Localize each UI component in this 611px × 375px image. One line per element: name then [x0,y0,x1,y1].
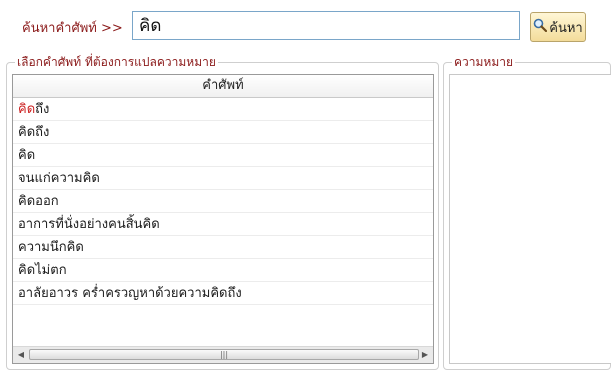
match-highlight: คิด [18,102,36,117]
meaning-legend: ความหมาย [452,54,516,70]
list-item-text: ถึง [35,102,50,117]
search-label: ค้นหาคำศัพท์ >> [22,21,123,36]
list-item[interactable]: ความนึกคิด [13,236,433,259]
list-item[interactable]: อาการที่นั่งอย่างคนสิ้นคิด [13,213,433,236]
scroll-thumb[interactable]: ||| [29,349,419,360]
scroll-right-icon[interactable]: ▶ [418,347,432,363]
list-item-text: ความนึกคิด [18,240,84,255]
list-item[interactable]: คิดออก [13,190,433,213]
list-item-text: คิดไม่ตก [18,263,67,278]
list-item-text: อาการที่นั่งอย่างคนสิ้นคิด [18,217,160,232]
list-item-text: คิดถึง [18,125,50,140]
search-button-label: ค้นหา [549,20,583,36]
list-item[interactable]: คิดถึง [13,98,433,121]
list-item[interactable]: จนแก่ความคิด [13,167,433,190]
list-item[interactable]: คิดไม่ตก [13,259,433,282]
scroll-grip-icon: ||| [219,350,229,359]
word-list-legend: เลือกคำศัพท์ ที่ต้องการแปลความหมาย [15,54,218,70]
meaning-group: ความหมาย [443,54,611,370]
list-item[interactable]: คิด [13,144,433,167]
list-item-text: จนแก่ความคิด [18,171,100,186]
list-item-text: อาลัยอาวร คร่ำครวญหาด้วยความคิดถึง [18,286,242,301]
word-listbox[interactable]: คำศัพท์ คิดถึง คิดถึง คิด จนแก่ความคิด คิดออ… [12,74,434,364]
horizontal-scrollbar[interactable]: ◀ ||| ▶ [13,346,433,363]
meaning-textarea[interactable] [449,74,611,364]
magnifier-icon [533,18,548,36]
column-header[interactable]: คำศัพท์ [13,75,433,98]
word-rows: คิดถึง คิดถึง คิด จนแก่ความคิด คิดออก อาการที… [13,98,433,305]
scroll-left-icon[interactable]: ◀ [14,347,28,363]
list-item[interactable]: คิดถึง [13,121,433,144]
list-item[interactable]: อาลัยอาวร คร่ำครวญหาด้วยความคิดถึง [13,282,433,305]
list-item-text: คิด [18,148,36,163]
list-item-text: คิดออก [18,194,59,209]
search-button[interactable]: ค้นหา [530,12,586,42]
search-input[interactable] [132,11,520,40]
